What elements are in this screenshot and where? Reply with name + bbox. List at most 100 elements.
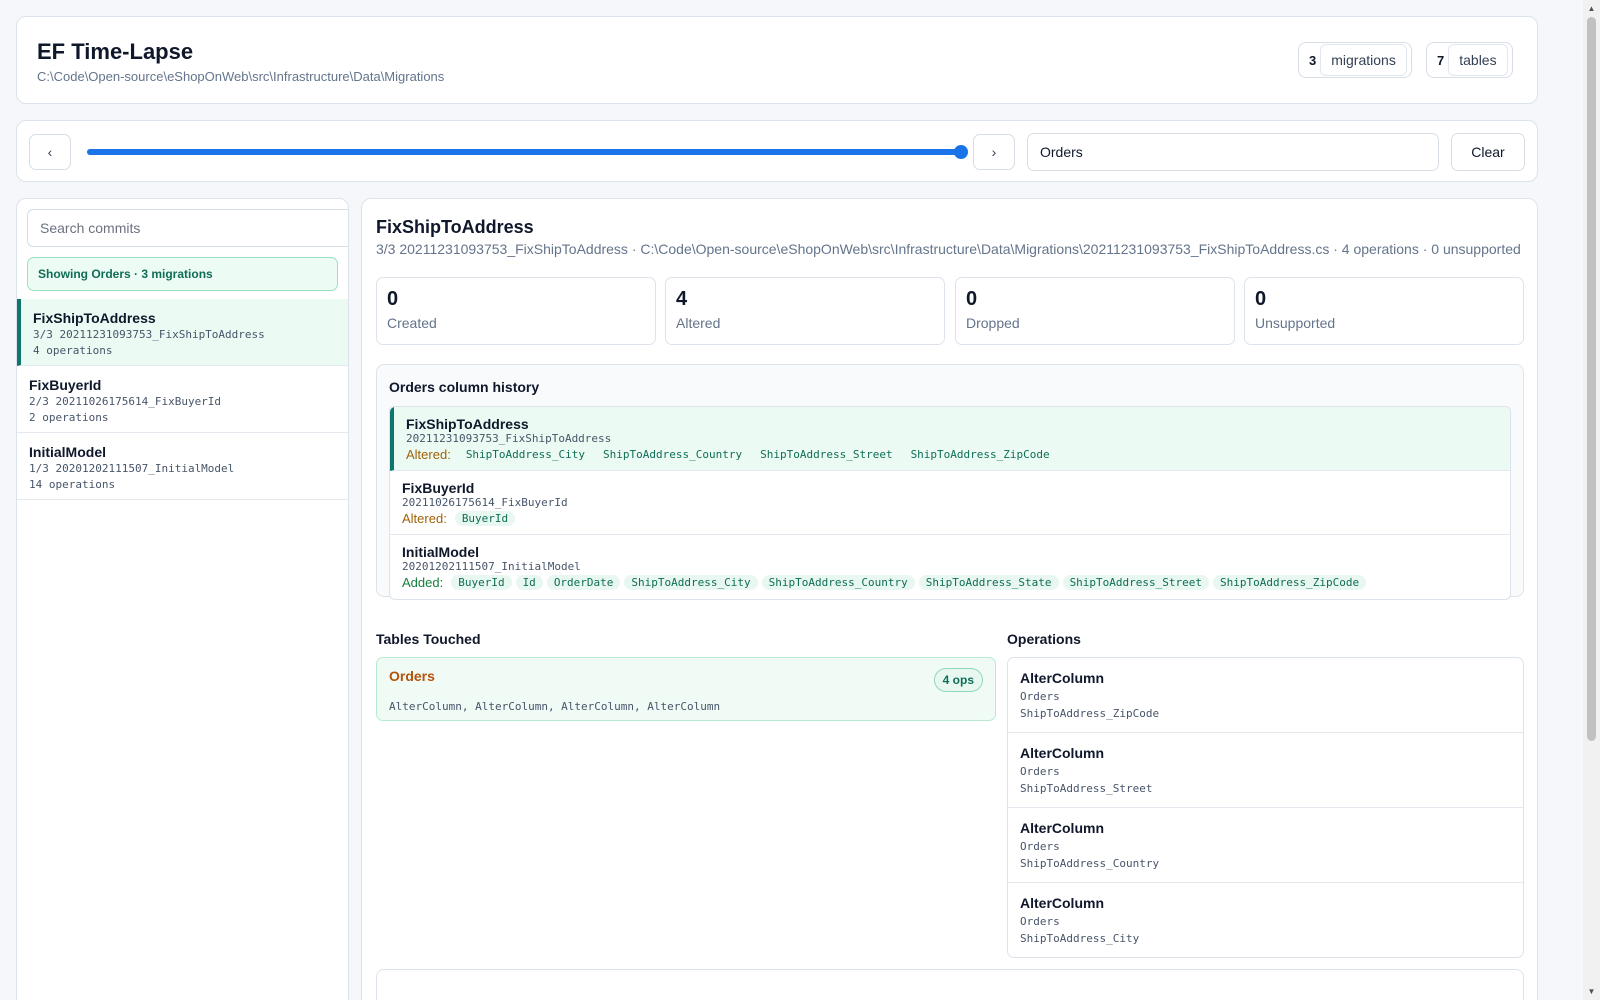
ops-count-badge: 4 ops [933, 668, 983, 692]
history-row-fixshiptoaddress[interactable]: FixShipToAddress 20211231093753_FixShipT… [390, 407, 1510, 471]
next-section-card [376, 969, 1524, 1000]
operation-type: AlterColumn [1020, 895, 1104, 911]
app-title: EF Time-Lapse [37, 39, 194, 64]
column-chip: OrderDate [546, 575, 621, 590]
migrations-count: 3 [1309, 52, 1317, 68]
column-chip: ShipToAddress_State [918, 575, 1059, 590]
tables-count: 7 [1437, 52, 1445, 68]
stat-label: Dropped [966, 315, 1020, 331]
history-migration-name: FixShipToAddress [406, 416, 529, 432]
stat-value: 0 [387, 288, 399, 310]
stat-label: Created [387, 315, 437, 331]
column-history-list: FixShipToAddress 20211231093753_FixShipT… [389, 406, 1511, 600]
slider-thumb[interactable] [954, 145, 968, 159]
stat-label: Altered [676, 315, 721, 331]
history-migration-name: InitialModel [402, 544, 479, 560]
operation-column: ShipToAddress_ZipCode [1020, 707, 1160, 720]
operation-table: Orders [1020, 915, 1060, 928]
migrations-count-pill: 3 migrations [1298, 42, 1412, 78]
column-chips: Altered: ShipToAddress_City ShipToAddres… [406, 447, 1498, 462]
column-chip: ShipToAddress_City [624, 575, 758, 590]
migration-subtitle: 3/3 20211231093753_FixShipToAddress · C:… [376, 241, 1521, 257]
operation-table: Orders [1020, 765, 1060, 778]
page-scrollbar[interactable]: ▲ ▼ [1583, 0, 1600, 1000]
migrations-label: migrations [1320, 44, 1407, 76]
tables-count-pill: 7 tables [1426, 42, 1513, 78]
table-card-orders[interactable]: Orders 4 ops AlterColumn, AlterColumn, A… [376, 657, 996, 721]
scrollbar-thumb[interactable] [1587, 17, 1596, 741]
stat-card-unsupported: 0 Unsupported [1244, 277, 1524, 345]
commit-id: 1/3 20201202111507_InitialModel [29, 462, 235, 475]
column-chip: BuyerId [451, 575, 512, 590]
column-chip: ShipToAddress_Street [1062, 575, 1210, 590]
commit-list: FixShipToAddress 3/3 20211231093753_FixS… [17, 299, 348, 500]
column-chip: ShipToAddress_ZipCode [1213, 575, 1367, 590]
app-header: EF Time-Lapse C:\Code\Open-source\eShopO… [16, 16, 1538, 104]
operations-title: Operations [1007, 631, 1081, 647]
migration-detail-panel: FixShipToAddress 3/3 20211231093753_FixS… [361, 198, 1538, 1000]
previous-migration-button[interactable]: ‹ [29, 134, 71, 170]
stat-label: Unsupported [1255, 315, 1336, 331]
commit-name: FixBuyerId [29, 377, 102, 393]
clear-filter-button[interactable]: Clear [1451, 133, 1525, 171]
scroll-up-arrow-icon[interactable]: ▲ [1583, 0, 1600, 17]
column-chip: BuyerId [454, 511, 516, 526]
scroll-down-arrow-icon[interactable]: ▼ [1583, 983, 1600, 1000]
stat-card-altered: 4 Altered [665, 277, 945, 345]
stat-value: 4 [676, 288, 688, 310]
timeline-slider[interactable] [87, 145, 968, 159]
history-migration-id: 20211026175614_FixBuyerId [402, 496, 568, 509]
column-chip: ShipToAddress_Street [760, 448, 893, 461]
history-row-initialmodel[interactable]: InitialModel 20201202111507_InitialModel… [390, 535, 1510, 599]
tables-touched-title: Tables Touched [376, 631, 481, 647]
change-kind-label: Altered: [406, 447, 451, 462]
stat-card-dropped: 0 Dropped [955, 277, 1235, 345]
column-chip: ShipToAddress_ZipCode [910, 448, 1050, 461]
commit-item-initialmodel[interactable]: InitialModel 1/3 20201202111507_InitialM… [17, 433, 348, 500]
commit-operations: 4 operations [33, 344, 113, 357]
operation-table: Orders [1020, 840, 1060, 853]
table-filter-input[interactable] [1027, 133, 1439, 171]
table-operations: AlterColumn, AlterColumn, AlterColumn, A… [389, 700, 721, 713]
stat-value: 0 [966, 288, 978, 310]
stat-value: 0 [1255, 288, 1267, 310]
slider-fill [87, 149, 961, 155]
commit-name: FixShipToAddress [33, 310, 156, 326]
timeline-toolbar: ‹ › Clear [16, 120, 1538, 182]
history-row-fixbuyerid[interactable]: FixBuyerId 20211026175614_FixBuyerId Alt… [390, 471, 1510, 535]
operation-type: AlterColumn [1020, 670, 1104, 686]
migrations-path: C:\Code\Open-source\eShopOnWeb\src\Infra… [37, 69, 445, 84]
history-migration-id: 20211231093753_FixShipToAddress [406, 432, 612, 445]
commit-operations: 14 operations [29, 478, 116, 491]
operation-type: AlterColumn [1020, 820, 1104, 836]
search-commits-input[interactable] [27, 209, 348, 247]
commit-item-fixshiptoaddress[interactable]: FixShipToAddress 3/3 20211231093753_FixS… [17, 299, 348, 366]
commit-operations: 2 operations [29, 411, 109, 424]
operations-list: AlterColumn Orders ShipToAddress_ZipCode… [1007, 657, 1524, 958]
operation-item[interactable]: AlterColumn Orders ShipToAddress_Street [1008, 733, 1523, 808]
column-chip: ShipToAddress_Country [761, 575, 915, 590]
table-name: Orders [389, 668, 435, 684]
column-history-panel: Orders column history FixShipToAddress 2… [376, 364, 1524, 600]
history-migration-name: FixBuyerId [402, 480, 475, 496]
next-migration-button[interactable]: › [973, 134, 1015, 170]
tables-label: tables [1448, 44, 1508, 76]
change-kind-label: Added: [402, 575, 444, 590]
commit-id: 2/3 20211026175614_FixBuyerId [29, 395, 222, 408]
commit-item-fixbuyerid[interactable]: FixBuyerId 2/3 20211026175614_FixBuyerId… [17, 366, 348, 433]
column-chips: Added: BuyerId Id OrderDate ShipToAddres… [402, 575, 1498, 590]
column-chip: Id [515, 575, 543, 590]
operation-item[interactable]: AlterColumn Orders ShipToAddress_Country [1008, 808, 1523, 883]
operation-item[interactable]: AlterColumn Orders ShipToAddress_City [1008, 883, 1523, 957]
operation-type: AlterColumn [1020, 745, 1104, 761]
column-chip: ShipToAddress_City [465, 448, 586, 461]
filter-status-banner: Showing Orders · 3 migrations [27, 257, 338, 291]
operation-item[interactable]: AlterColumn Orders ShipToAddress_ZipCode [1008, 658, 1523, 733]
history-migration-id: 20201202111507_InitialModel [402, 560, 581, 573]
change-kind-label: Altered: [402, 511, 447, 526]
stat-card-created: 0 Created [376, 277, 656, 345]
commit-id: 3/3 20211231093753_FixShipToAddress [33, 328, 265, 341]
column-chip: ShipToAddress_Country [603, 448, 743, 461]
operation-column: ShipToAddress_City [1020, 932, 1140, 945]
operation-column: ShipToAddress_Street [1020, 782, 1153, 795]
